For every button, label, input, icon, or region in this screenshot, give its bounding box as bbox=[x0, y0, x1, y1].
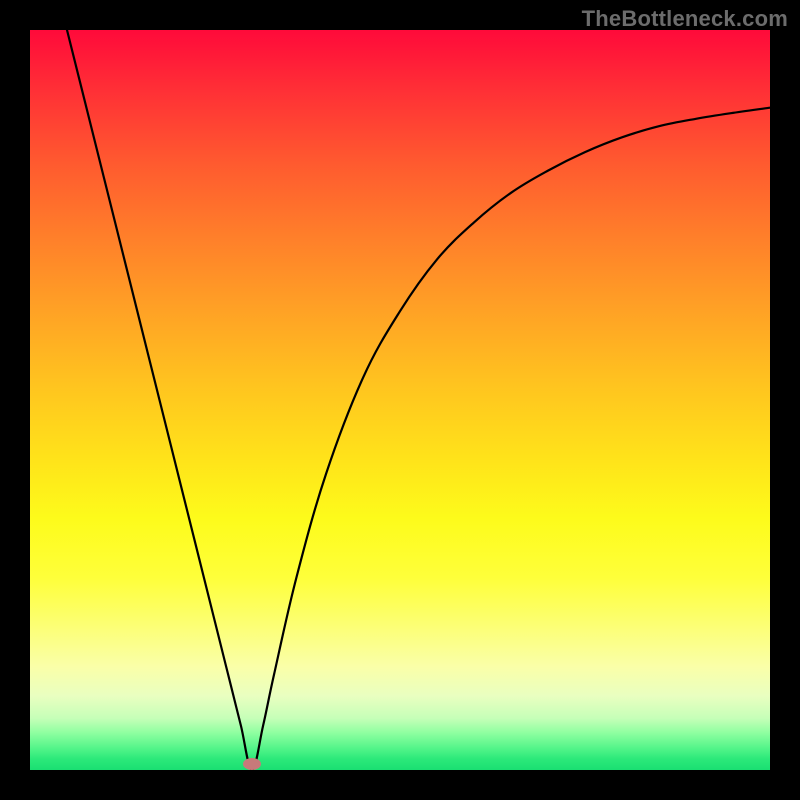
minimum-marker bbox=[243, 758, 261, 770]
watermark-text: TheBottleneck.com bbox=[582, 6, 788, 32]
bottleneck-curve bbox=[30, 30, 770, 770]
chart-stage: TheBottleneck.com bbox=[0, 0, 800, 800]
plot-area bbox=[30, 30, 770, 770]
